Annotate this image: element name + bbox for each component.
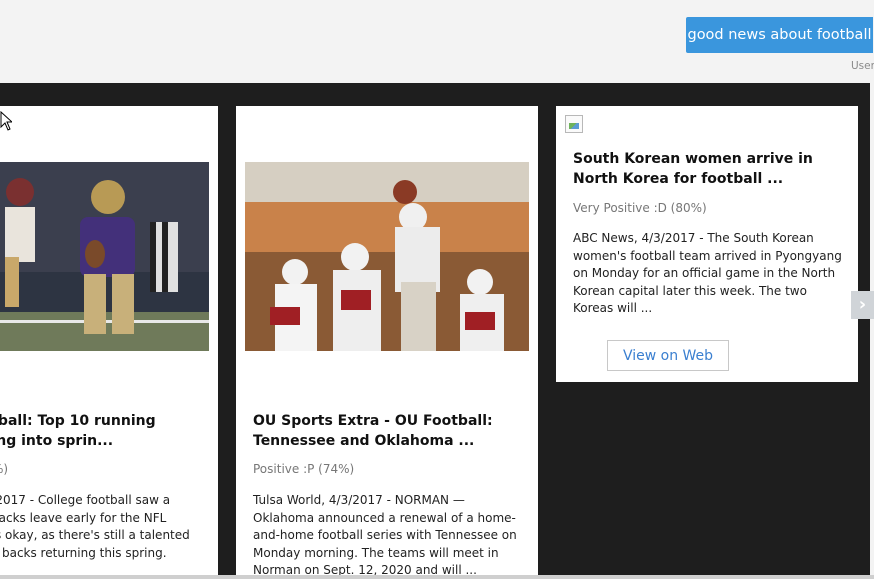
news-snippet-2: Tulsa World, 4/3/2017 - NORMAN — Oklahom… <box>253 493 517 577</box>
chevron-right-icon: › <box>858 294 867 315</box>
mouse-pointer-icon <box>0 110 14 135</box>
carousel-area: ootball: Top 10 running ading into sprin… <box>0 83 870 579</box>
user-message-bubble: good news about football <box>686 17 873 53</box>
news-title-3[interactable]: South Korean women arrive in North Korea… <box>573 149 845 189</box>
news-title-1[interactable]: ootball: Top 10 running ading into sprin… <box>0 411 212 451</box>
user-label: User <box>851 60 874 72</box>
news-title-2[interactable]: OU Sports Extra - OU Football: Tennessee… <box>253 411 521 451</box>
news-card-2[interactable]: OU Sports Extra - OU Football: Tennessee… <box>236 106 538 579</box>
horizontal-scrollbar[interactable] <box>0 575 874 579</box>
news-sentiment-1: (51%) <box>0 462 9 476</box>
view-on-web-button[interactable]: View on Web <box>607 340 729 371</box>
news-snippet-3: ABC News, 4/3/2017 - The South Korean wo… <box>573 231 842 315</box>
carousel-next-button[interactable]: › <box>851 291 874 319</box>
news-sentiment-2: Positive :P (74%) <box>253 462 355 476</box>
news-image-1[interactable] <box>0 162 209 351</box>
news-snippet-1: 4/3/2017 - College football saw a ng bac… <box>0 493 190 560</box>
news-sentiment-3: Very Positive :D (80%) <box>573 201 707 215</box>
news-image-2[interactable] <box>245 162 529 351</box>
news-card-3[interactable]: South Korean women arrive in North Korea… <box>556 106 858 382</box>
news-card-1[interactable]: ootball: Top 10 running ading into sprin… <box>0 106 218 579</box>
broken-image-icon <box>565 115 583 133</box>
